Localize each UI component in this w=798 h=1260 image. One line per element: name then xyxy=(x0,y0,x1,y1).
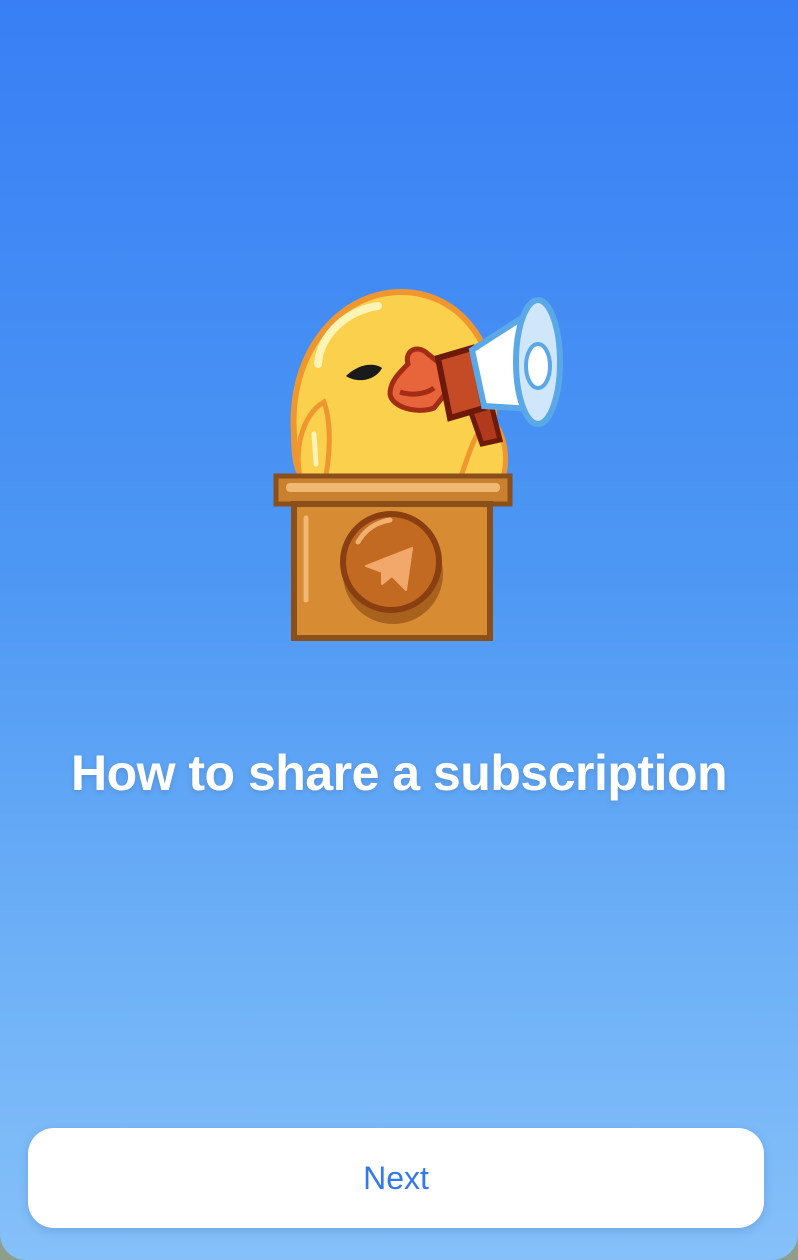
page-title: How to share a subscription xyxy=(70,745,728,801)
onboarding-screen: How to share a subscription Next xyxy=(0,0,798,1260)
duck-megaphone-podium-icon xyxy=(273,288,563,641)
next-button[interactable]: Next xyxy=(28,1128,764,1228)
